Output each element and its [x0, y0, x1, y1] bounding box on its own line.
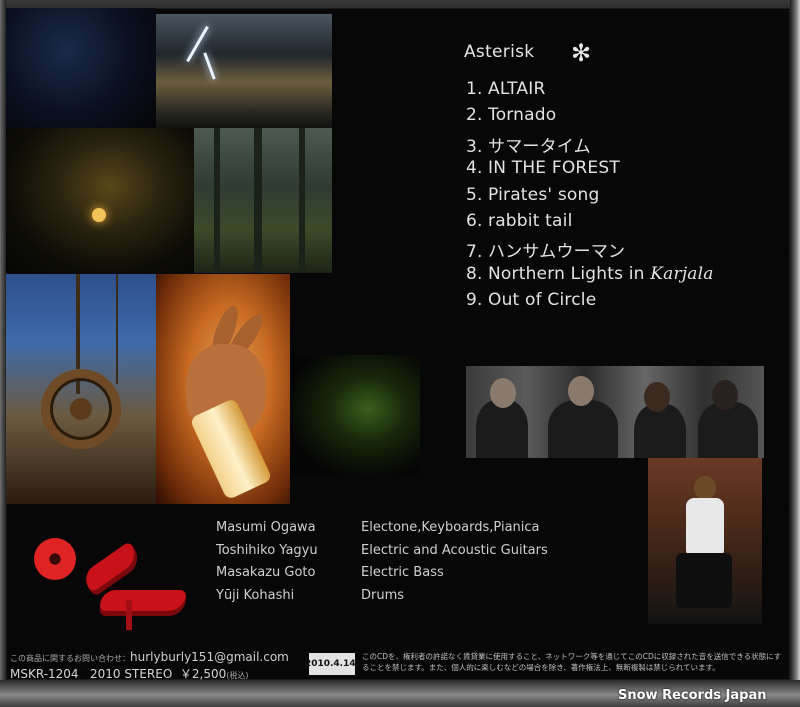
track-item: 6. rabbit tail: [466, 210, 573, 231]
guitarist-legs: [676, 553, 732, 608]
red-shoes-photo: [30, 520, 190, 630]
red-shoe: [79, 541, 145, 597]
credits: Masumi Ogawa Electone,Keyboards,Pianica T…: [216, 520, 548, 610]
album-title: Asterisk: [464, 42, 535, 62]
credit-row: Yūji Kohashi Drums: [216, 587, 405, 603]
shoe-heel: [126, 600, 132, 630]
copyright-notice: このCDを、権利者の許諾なく賃貸業に使用すること、ネットワーク等を通じてこのCD…: [362, 652, 782, 672]
ship-wheel-photo: [6, 274, 156, 504]
price: ￥2,500: [179, 667, 227, 681]
catalog-number: MSKR-1204: [10, 667, 79, 681]
band-member-head: [712, 380, 738, 410]
guitarist-photo: [648, 458, 762, 624]
ship-rigging: [116, 274, 118, 384]
night-sky-photo: [6, 8, 156, 128]
band-member-head: [490, 378, 516, 408]
watermark: Snow Records Japan: [618, 688, 767, 703]
band-member: [548, 400, 618, 458]
asterisk-icon: ✻: [571, 39, 592, 67]
case-right-edge: [790, 0, 800, 707]
band-member: [476, 400, 528, 458]
tracklist: 1. ALTAIR 2. Tornado 3. サマータイム 4. IN THE FOR…: [466, 79, 714, 317]
track-item: 5. Pirates' song: [466, 184, 600, 205]
moonlit-cloud-photo: [6, 128, 194, 273]
tree-trunk: [299, 128, 305, 273]
rabbit-photo: [156, 274, 290, 504]
green-light-photo: [290, 355, 420, 475]
tree-trunk: [254, 128, 262, 273]
credit-row: Masumi Ogawa Electone,Keyboards,Pianica: [216, 520, 540, 535]
credit-row: Toshihiko Yagyu Electric and Acoustic Gui…: [216, 542, 548, 558]
price-note: (税込): [226, 671, 249, 680]
track-item: 1. ALTAIR: [466, 79, 546, 99]
credit-row: Masakazu Goto Electric Bass: [216, 565, 444, 580]
track-item: 7. ハンサムウーマン: [466, 242, 626, 263]
release-date-badge: 2010.4.14.: [305, 653, 359, 675]
band-member: [634, 404, 686, 458]
band-members-photo: [466, 366, 764, 458]
red-shoe: [100, 590, 186, 616]
track-item: 2. Tornado: [466, 105, 557, 126]
band-member-head: [568, 376, 594, 406]
ship-wheel-hub: [70, 398, 92, 420]
track-item: 9. Out of Circle: [466, 290, 597, 311]
lightning-bolt: [203, 52, 216, 80]
band-member: [698, 402, 758, 458]
track-item: 8. Northern Lights in Karjala: [466, 263, 714, 284]
contact-email: hurlyburly151@gmail.com: [130, 650, 289, 664]
tree-trunk: [214, 128, 220, 273]
moon: [92, 208, 106, 222]
guitarist-head: [694, 476, 716, 500]
track-item: 4. IN THE FOREST: [466, 158, 620, 179]
year-format: 2010 STEREO: [90, 667, 173, 681]
contact-line: この商品に関するお問い合わせ：hurlyburly151@gmail.com: [10, 650, 289, 664]
band-member-head: [644, 382, 670, 412]
contact-prefix: この商品に関するお問い合わせ：: [10, 654, 130, 663]
red-flower: [34, 538, 76, 580]
forest-photo: [194, 128, 332, 273]
track-item: 3. サマータイム: [466, 136, 591, 157]
guitarist-body: [686, 498, 724, 558]
cd-case: Asterisk ✻ 1. ALTAIR 2. Tornado 3. サマータイム 4…: [0, 0, 800, 707]
storm-lightning-photo: [156, 14, 332, 128]
